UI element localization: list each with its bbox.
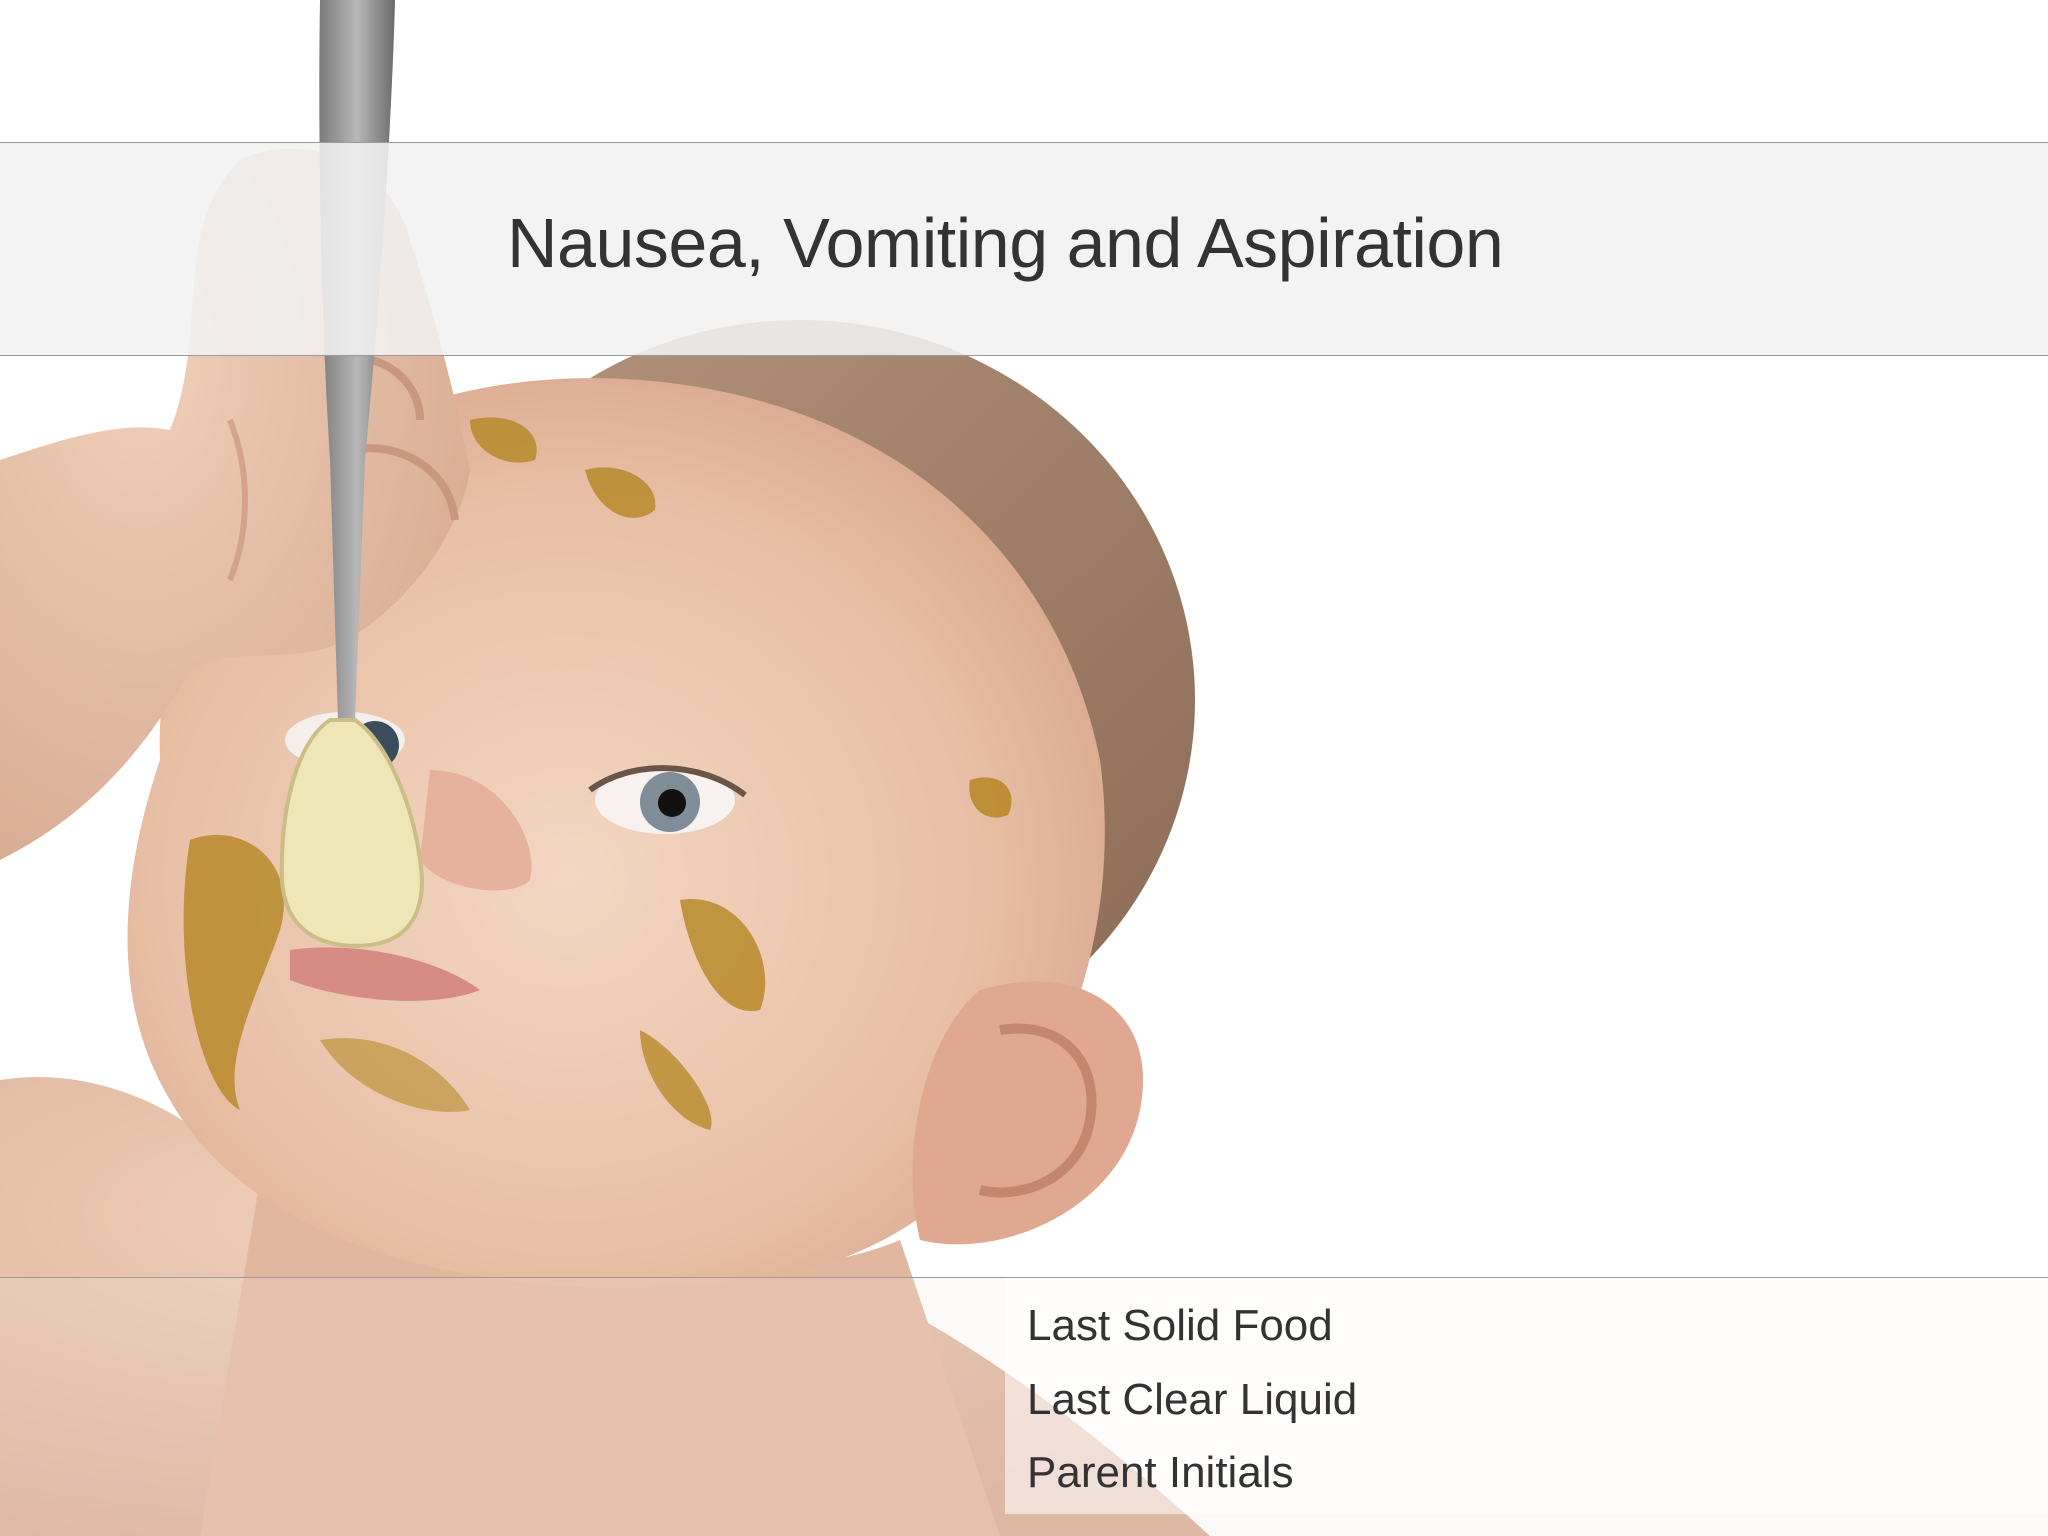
page-title: Nausea, Vomiting and Aspiration (507, 204, 1504, 282)
last-solid-food-field[interactable]: Last Solid Food (1027, 1294, 1627, 1358)
last-clear-liquid-field[interactable]: Last Clear Liquid (1027, 1368, 1627, 1432)
parent-initials-field[interactable]: Parent Initials (1027, 1441, 1627, 1505)
form-panel: Last Solid Food Last Clear Liquid Parent… (1005, 1278, 2048, 1514)
screen: Nausea, Vomiting and Aspiration Last Sol… (0, 0, 2048, 1536)
title-band: Nausea, Vomiting and Aspiration (0, 142, 2048, 356)
form-band: Last Solid Food Last Clear Liquid Parent… (0, 1277, 2048, 1536)
